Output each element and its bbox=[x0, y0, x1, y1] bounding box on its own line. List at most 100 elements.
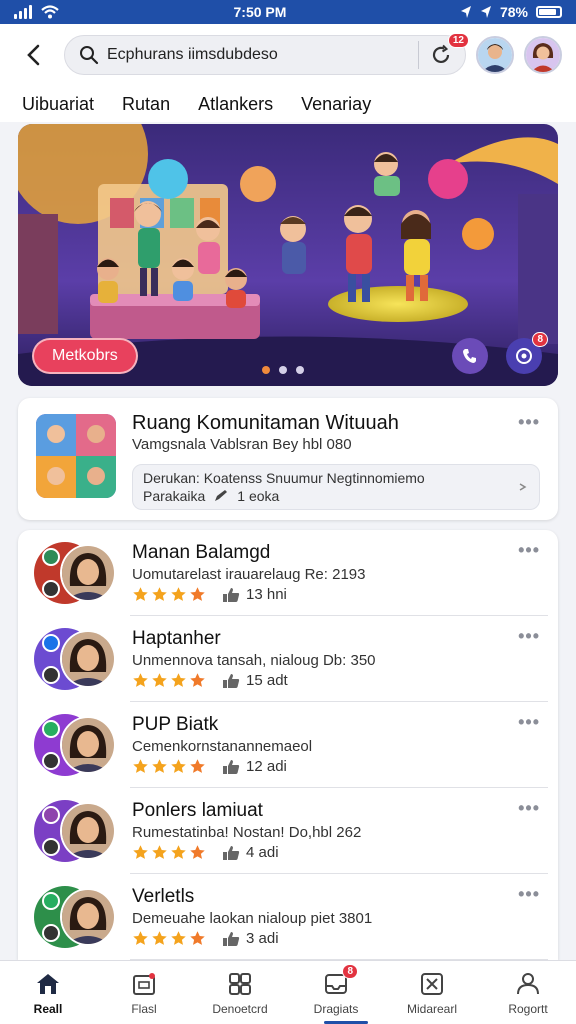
chat-icon bbox=[516, 348, 532, 364]
arrow-right-icon bbox=[519, 483, 527, 491]
star-icon bbox=[151, 672, 168, 689]
star-icon bbox=[151, 930, 168, 947]
star-icon bbox=[189, 844, 206, 861]
badge-dot bbox=[42, 752, 60, 770]
star-icon bbox=[170, 586, 187, 603]
more-options-icon[interactable]: ••• bbox=[518, 712, 540, 733]
carousel-dot-2[interactable] bbox=[279, 366, 287, 374]
nav-grid[interactable]: Denoetcrd bbox=[192, 961, 288, 1024]
list-item[interactable]: Ponlers lamiuat Rumestatinba! Nostan! Do… bbox=[18, 788, 558, 874]
search-icon bbox=[80, 46, 99, 65]
nav-store[interactable]: Flasl bbox=[96, 961, 192, 1024]
search-input[interactable]: Ecphurans iimsdubdeso bbox=[107, 46, 410, 64]
wifi-icon bbox=[41, 5, 59, 19]
community-preview-label: Parakaika bbox=[143, 488, 206, 504]
tab-1[interactable]: Uibuariat bbox=[22, 94, 94, 115]
badge-dot bbox=[42, 548, 60, 566]
app-header: Ecphurans iimsdubdeso 12 bbox=[0, 24, 576, 86]
community-preview-count: 1 eoka bbox=[237, 488, 280, 504]
list-item[interactable]: PUP Biatk Cemenkornstanannemaeol 12 adi … bbox=[18, 702, 558, 788]
avatar-male[interactable] bbox=[476, 36, 514, 74]
back-button[interactable] bbox=[14, 35, 54, 75]
share-button[interactable] bbox=[452, 338, 488, 374]
nav-inbox-label: Dragiats bbox=[313, 1001, 359, 1016]
people-icon bbox=[514, 970, 542, 998]
carousel-dot-1[interactable] bbox=[262, 366, 270, 374]
carousel-dot-3[interactable] bbox=[296, 366, 304, 374]
rating-count: 15 adt bbox=[246, 672, 288, 689]
badge-dot bbox=[42, 580, 60, 598]
star-icon bbox=[151, 758, 168, 775]
community-preview-text: Derukan: Koatenss Snuumur Negtinnomiemo bbox=[143, 470, 425, 486]
star-icon bbox=[189, 586, 206, 603]
nav-inbox-badge: 8 bbox=[342, 963, 358, 979]
rating-row: 4 adi bbox=[132, 844, 279, 861]
rating-count: 13 hni bbox=[246, 586, 287, 603]
bottom-navigation: Reall Flasl Denoetcrd 8 Dragiats Midarea… bbox=[0, 960, 576, 1024]
community-preview[interactable]: Derukan: Koatenss Snuumur Negtinnomiemo … bbox=[132, 464, 540, 510]
thumbs-up-icon bbox=[223, 587, 240, 602]
profile-avatar[interactable] bbox=[34, 542, 116, 604]
profile-avatar[interactable] bbox=[34, 886, 116, 948]
notification-button[interactable]: 12 bbox=[427, 33, 469, 69]
badge-dot bbox=[42, 892, 60, 910]
more-options-icon[interactable]: ••• bbox=[518, 540, 540, 561]
star-icon bbox=[170, 844, 187, 861]
star-icon bbox=[132, 758, 149, 775]
profile-avatar[interactable] bbox=[34, 628, 116, 690]
badge-dot bbox=[42, 634, 60, 652]
more-options-icon[interactable]: ••• bbox=[518, 798, 540, 819]
star-icon bbox=[132, 672, 149, 689]
profile-photo bbox=[60, 630, 116, 688]
star-icon bbox=[170, 758, 187, 775]
community-subtitle: Vamgsnala Vablsran Bey hbl 080 bbox=[132, 436, 352, 453]
list-item[interactable]: Verletls Demeuahe laokan nialoup piet 38… bbox=[18, 874, 558, 960]
phone-icon bbox=[463, 349, 476, 363]
search-bar[interactable]: Ecphurans iimsdubdeso 12 bbox=[64, 33, 469, 75]
nav-close-box[interactable]: Midarearl bbox=[384, 961, 480, 1024]
profile-name: Ponlers lamiuat bbox=[132, 800, 263, 821]
profile-name: PUP Biatk bbox=[132, 714, 219, 735]
rating-count: 4 adi bbox=[246, 844, 279, 861]
community-card[interactable]: Ruang Komunitaman Wituuah Vamgsnala Vabl… bbox=[18, 398, 558, 520]
profile-description: Unmennova tansah, nialoug Db: 350 bbox=[132, 652, 376, 669]
community-thumbnail bbox=[36, 414, 116, 498]
rating-count: 3 adi bbox=[246, 930, 279, 947]
star-icon bbox=[189, 930, 206, 947]
tab-4[interactable]: Venariay bbox=[301, 94, 371, 115]
tab-3[interactable]: Atlankers bbox=[198, 94, 273, 115]
tab-2[interactable]: Rutan bbox=[122, 94, 170, 115]
status-bar: 7:50 PM 78% bbox=[0, 0, 576, 24]
avatar-female[interactable] bbox=[524, 36, 562, 74]
nav-home[interactable]: Reall bbox=[0, 961, 96, 1024]
nav-home-label: Reall bbox=[33, 1001, 63, 1016]
community-title: Ruang Komunitaman Wituuah bbox=[132, 412, 399, 434]
nav-people[interactable]: Rogortt bbox=[480, 961, 576, 1024]
star-icon bbox=[132, 586, 149, 603]
nav-people-label: Rogortt bbox=[508, 1001, 548, 1016]
rating-row: 3 adi bbox=[132, 930, 279, 947]
profile-avatar[interactable] bbox=[34, 800, 116, 862]
star-icon bbox=[151, 586, 168, 603]
badge-dot bbox=[42, 720, 60, 738]
thumbs-up-icon bbox=[223, 759, 240, 774]
chat-button[interactable]: 8 bbox=[506, 332, 548, 374]
nav-close-box-label: Midarearl bbox=[406, 1001, 457, 1016]
nav-inbox[interactable]: 8 Dragiats bbox=[288, 961, 384, 1024]
category-tabs: Uibuariat Rutan Atlankers Venariay bbox=[0, 86, 576, 122]
star-icon bbox=[170, 672, 187, 689]
profile-photo bbox=[60, 888, 116, 946]
banner-cta-button[interactable]: Metkobrs bbox=[32, 338, 138, 374]
refresh-icon bbox=[432, 44, 450, 64]
location-icon bbox=[460, 6, 471, 18]
more-options-icon[interactable]: ••• bbox=[518, 626, 540, 647]
hero-banner[interactable]: Metkobrs 8 bbox=[18, 124, 558, 386]
profile-description: Uomutarelast irauarelaug Re: 2193 bbox=[132, 566, 366, 583]
more-options-icon[interactable]: ••• bbox=[518, 412, 540, 433]
more-options-icon[interactable]: ••• bbox=[518, 884, 540, 905]
carousel-dots[interactable] bbox=[262, 366, 304, 374]
star-icon bbox=[132, 930, 149, 947]
list-item[interactable]: Haptanher Unmennova tansah, nialoug Db: … bbox=[18, 616, 558, 702]
list-item[interactable]: Manan Balamgd Uomutarelast irauarelaug R… bbox=[18, 530, 558, 616]
profile-avatar[interactable] bbox=[34, 714, 116, 776]
